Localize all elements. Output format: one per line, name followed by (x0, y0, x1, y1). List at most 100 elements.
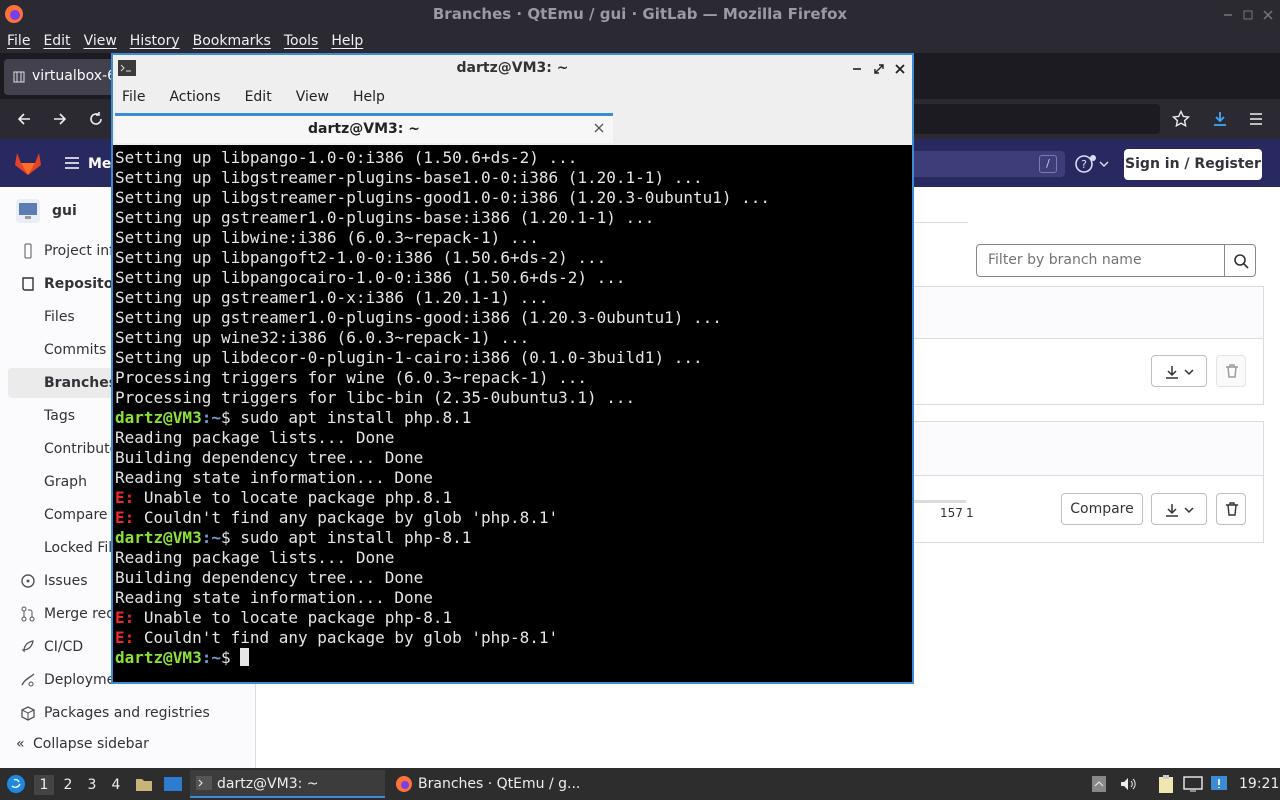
tray-updates-icon[interactable] (1092, 776, 1106, 792)
trash-icon (1226, 364, 1238, 378)
delete-branch-button[interactable] (1216, 355, 1246, 387)
commits-behind-count: 157 (940, 506, 963, 520)
terminal-minimize-icon[interactable] (851, 63, 863, 75)
menu-edit[interactable]: Edit (43, 33, 70, 49)
command-text: $ sudo apt install php.8.1 (220, 408, 472, 427)
tab-label: virtualbox-6 (32, 68, 117, 84)
menu-bookmarks[interactable]: Bookmarks (193, 33, 271, 49)
menu-tools[interactable]: Tools (284, 33, 319, 49)
terminal-menu-edit[interactable]: Edit (245, 89, 272, 105)
terminal-close-icon[interactable] (894, 63, 906, 75)
panel-header (913, 422, 1263, 476)
sidebar-label: Commits (44, 342, 107, 358)
terminal-line: Reading state information... Done (115, 588, 433, 607)
hamburger-menu-icon[interactable] (1248, 111, 1264, 127)
terminal-line: E: Couldn't find any package by glob 'ph… (115, 508, 912, 528)
taskbar-terminal-label: dartz@VM3: ~ (217, 776, 319, 792)
trash-icon (1226, 502, 1238, 516)
info-icon (24, 243, 32, 259)
prompt-user: dartz@VM3 (115, 528, 202, 547)
download-dropdown-button[interactable] (1151, 355, 1207, 387)
back-icon[interactable] (16, 111, 32, 127)
error-prefix: E: (115, 608, 135, 627)
error-prefix: E: (115, 628, 135, 647)
taskbar-item-terminal[interactable]: dartz@VM3: ~ (190, 770, 385, 798)
terminal-line: dartz@VM3:~$ (115, 648, 912, 668)
sidebar-label: Graph (44, 474, 87, 490)
terminal-tab-close-icon[interactable] (593, 122, 605, 134)
minimize-icon[interactable] (1222, 9, 1234, 21)
divergence-graph (914, 500, 966, 503)
branch-filter-input[interactable]: Filter by branch name (976, 244, 1225, 277)
terminal-tab-label: dartz@VM3: ~ (308, 121, 420, 137)
terminal-window: dartz@VM3: ~ File Actions Edit View Help… (111, 53, 914, 684)
compare-button[interactable]: Compare (1061, 493, 1143, 525)
workspace-2[interactable]: 2 (58, 775, 78, 795)
terminal-title: dartz@VM3: ~ (456, 60, 569, 76)
collapse-sidebar-button[interactable]: « Collapse sidebar (16, 736, 149, 752)
error-message: Couldn't find any package by glob 'php-8… (134, 628, 559, 647)
terminal-maximize-icon[interactable] (873, 63, 885, 75)
error-message: Couldn't find any package by glob 'php.8… (134, 508, 559, 527)
terminal-output[interactable]: Setting up libpango-1.0-0:i386 (1.50.6+d… (113, 145, 912, 682)
delete-branch-button[interactable] (1216, 493, 1246, 525)
file-manager-icon[interactable] (135, 775, 153, 793)
error-message: Unable to locate package php.8.1 (134, 488, 453, 507)
terminal-menu-help[interactable]: Help (353, 89, 385, 105)
reload-icon[interactable] (88, 111, 104, 127)
menu-history[interactable]: History (130, 33, 180, 49)
sidebar-label: Merge req (44, 606, 116, 622)
volume-icon[interactable] (1119, 776, 1137, 792)
gitlab-search-input[interactable]: / (905, 151, 1065, 177)
forward-icon[interactable] (52, 111, 68, 127)
network-icon[interactable] (1183, 775, 1203, 793)
help-icon[interactable]: ? (1074, 154, 1110, 174)
terminal-line: Setting up gstreamer1.0-x:i386 (1.20.1-1… (115, 288, 549, 307)
workspace-1[interactable]: 1 (34, 775, 54, 795)
terminal-line: Setting up libwine:i386 (6.0.3~repack-1)… (115, 228, 539, 247)
sign-in-register-button[interactable]: Sign in / Register (1124, 149, 1262, 180)
workspace-3[interactable]: 3 (82, 775, 102, 795)
project-name[interactable]: gui (52, 203, 77, 219)
deployments-icon (21, 673, 35, 687)
menu-icon[interactable] (64, 156, 80, 170)
terminal-menu-view[interactable]: View (296, 89, 329, 105)
terminal-line: E: Unable to locate package php.8.1 (115, 488, 912, 508)
double-chevron-left-icon: « (16, 736, 25, 752)
bookmark-star-icon[interactable] (1172, 110, 1190, 128)
workspace-4[interactable]: 4 (106, 775, 126, 795)
download-icon (1166, 504, 1194, 517)
gitlab-logo-icon[interactable] (14, 150, 42, 176)
firefox-icon (396, 776, 412, 792)
filter-search-button[interactable] (1224, 244, 1256, 277)
terminal-line: Reading package lists... Done (115, 428, 395, 447)
default-branch-panel (912, 286, 1264, 405)
start-menu-icon[interactable] (6, 774, 26, 794)
clipboard-icon[interactable] (1157, 774, 1175, 794)
menu-help[interactable]: Help (331, 33, 363, 49)
download-dropdown-button[interactable] (1151, 493, 1207, 525)
project-avatar[interactable] (16, 199, 40, 223)
terminal-line: Setting up libpango-1.0-0:i386 (1.50.6+d… (115, 148, 578, 167)
terminal-menu-file[interactable]: File (122, 89, 145, 105)
taskbar-item-firefox[interactable]: Branches · QtEmu / g... (395, 770, 595, 798)
sidebar-label: Packages and registries (44, 705, 210, 721)
terminal-menubar: File Actions Edit View Help (113, 82, 912, 112)
maximize-icon[interactable] (1242, 9, 1254, 21)
terminal-titlebar[interactable]: dartz@VM3: ~ (113, 55, 912, 82)
terminal-line: dartz@VM3:~$ sudo apt install php-8.1 (115, 528, 912, 548)
menu-view[interactable]: View (84, 33, 117, 49)
sidebar-item-packages[interactable]: Packages and registries (8, 698, 248, 728)
show-desktop-icon[interactable] (163, 775, 183, 793)
terminal-menu-actions[interactable]: Actions (169, 89, 220, 105)
menu-file[interactable]: File (7, 33, 30, 49)
downloads-icon[interactable] (1211, 110, 1229, 128)
window-title: Branches · QtEmu / gui · GitLab — Mozill… (432, 5, 848, 23)
prompt-user: dartz@VM3 (115, 648, 202, 667)
close-icon[interactable] (1262, 9, 1274, 21)
terminal-tab[interactable]: dartz@VM3: ~ (115, 113, 613, 143)
sidebar-label: Files (44, 309, 75, 325)
browser-tab[interactable]: virtualbox-6 (4, 59, 124, 95)
terminal-line: Setting up wine32:i386 (6.0.3~repack-1) … (115, 328, 530, 347)
notification-icon[interactable] (1210, 774, 1228, 794)
